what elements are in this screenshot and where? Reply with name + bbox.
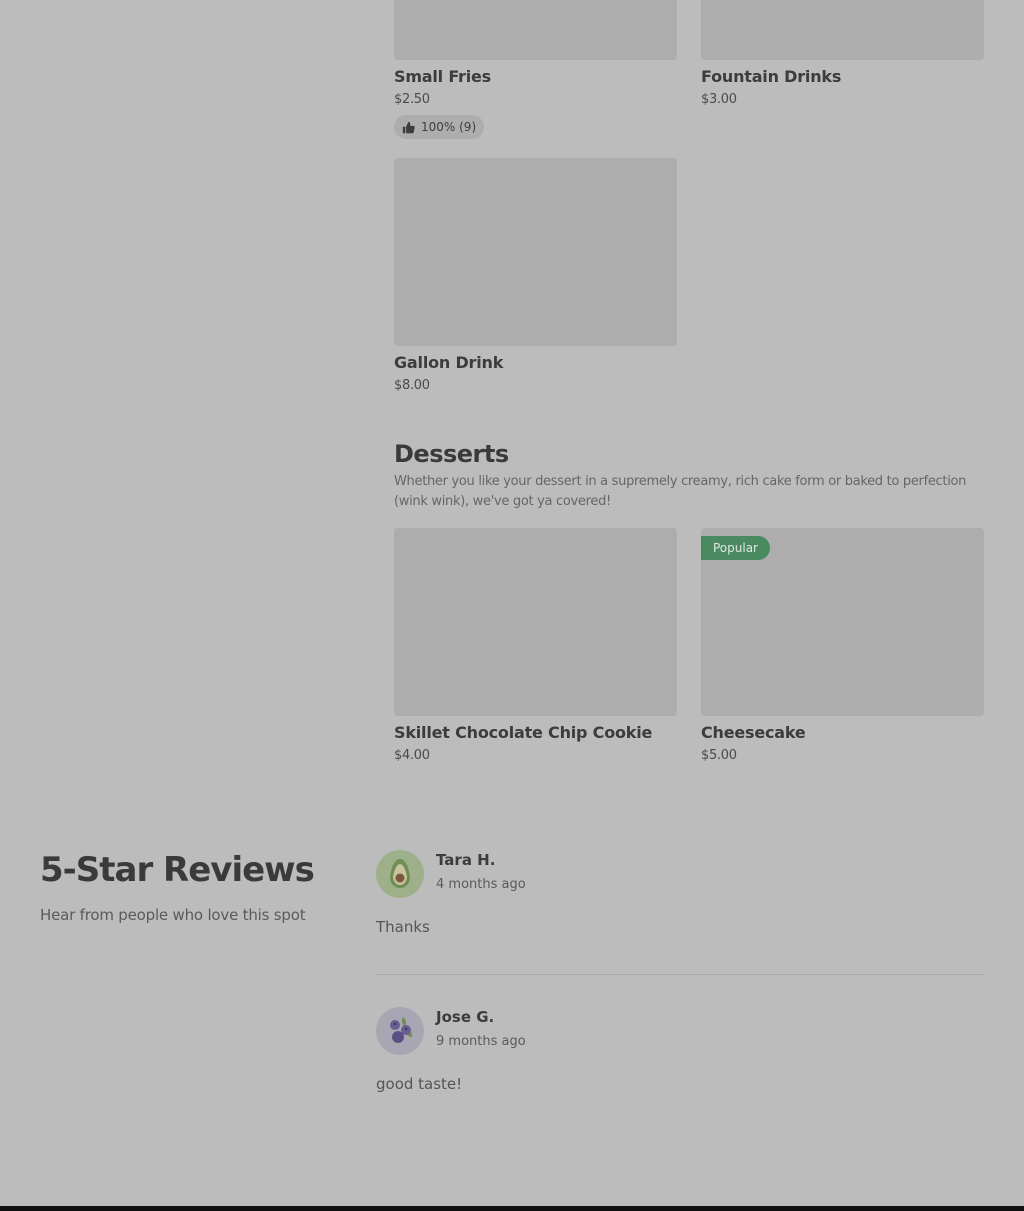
menu-item-price: $2.50 (394, 92, 430, 107)
menu-item-name: Cheesecake (701, 723, 806, 742)
menu-item-price: $5.00 (701, 748, 737, 763)
review-date: 4 months ago (436, 877, 526, 892)
reviews-title: 5-Star Reviews (40, 850, 315, 890)
popular-badge: Popular (701, 536, 770, 560)
menu-item-image (701, 0, 984, 60)
reviewer-name: Jose G. (436, 1008, 495, 1026)
avocado-icon (376, 850, 424, 898)
menu-item-image: Popular (701, 528, 984, 716)
review-text: good taste! (376, 1075, 463, 1093)
menu-item-gallon-drink[interactable]: Gallon Drink $8.00 (394, 158, 677, 395)
rating-text: 100% (9) (421, 120, 477, 134)
review-date: 9 months ago (436, 1034, 526, 1049)
menu-item-image (394, 528, 677, 716)
divider (376, 974, 984, 975)
menu-item-cheesecake[interactable]: Popular Cheesecake $5.00 (701, 528, 984, 765)
reviews-subtitle: Hear from people who love this spot (40, 906, 306, 924)
menu-item-small-fries[interactable]: Small Fries $2.50 100% (9) (394, 0, 677, 139)
menu-item-name: Fountain Drinks (701, 67, 842, 86)
rating-badge: 100% (9) (394, 115, 485, 139)
avatar (376, 1007, 424, 1055)
menu-item-price: $8.00 (394, 378, 430, 393)
section-description: Whether you like your dessert in a supre… (394, 474, 967, 509)
menu-item-name: Gallon Drink (394, 353, 504, 372)
menu-item-skillet-cookie[interactable]: Skillet Chocolate Chip Cookie $4.00 (394, 528, 677, 765)
menu-item-name: Skillet Chocolate Chip Cookie (394, 723, 653, 742)
menu-item-fountain-drinks[interactable]: Fountain Drinks $3.00 (701, 0, 984, 109)
menu-item-price: $3.00 (701, 92, 737, 107)
avatar (376, 850, 424, 898)
page: Small Fries $2.50 100% (9) Fountain Drin… (0, 0, 1024, 1211)
review-text: Thanks (376, 918, 430, 936)
reviewer-name: Tara H. (436, 851, 496, 869)
menu-item-name: Small Fries (394, 67, 491, 86)
menu-item-image (394, 0, 677, 60)
footer-bar (0, 1206, 1024, 1211)
thumbs-up-icon (402, 121, 415, 133)
blueberries-icon (376, 1007, 424, 1055)
section-title-desserts: Desserts (394, 440, 509, 468)
menu-item-price: $4.00 (394, 748, 430, 763)
menu-item-image (394, 158, 677, 346)
